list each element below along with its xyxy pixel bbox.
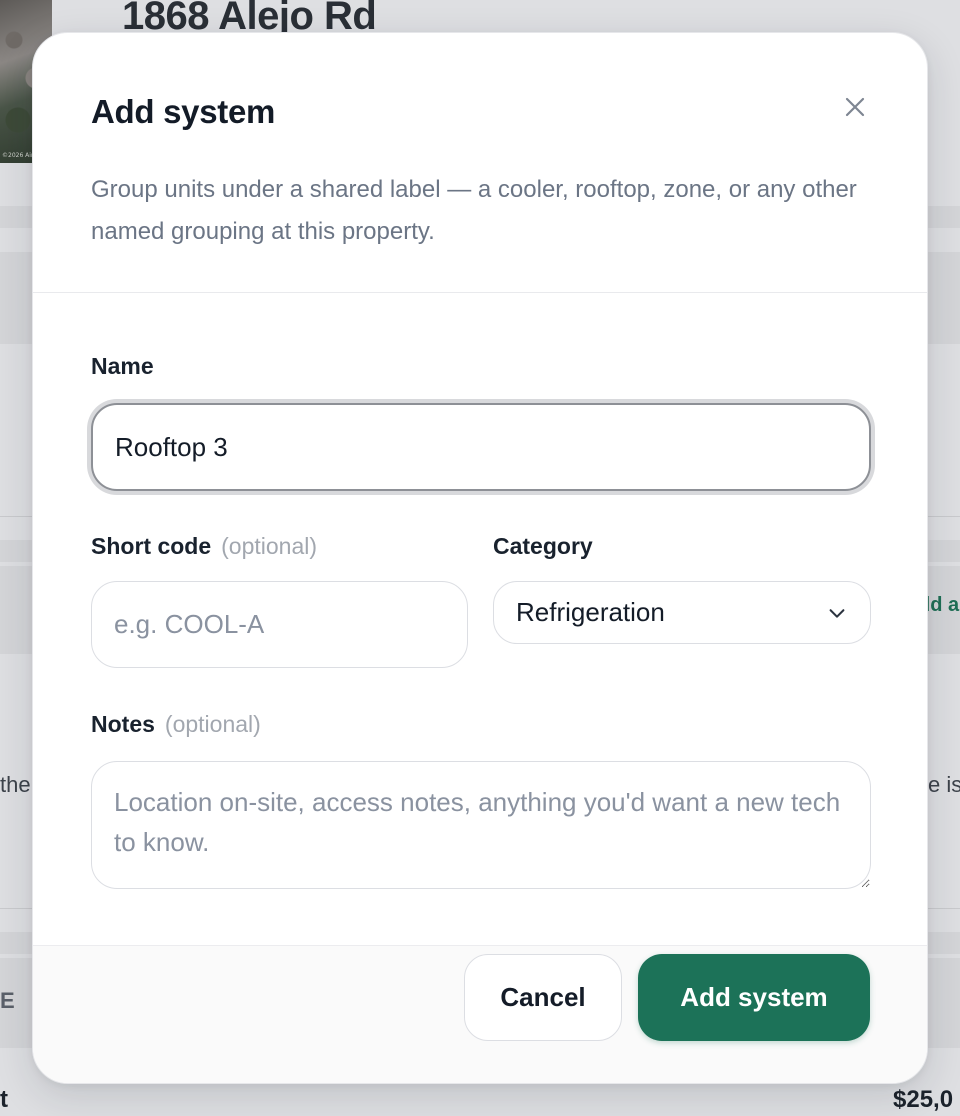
category-select[interactable]: Refrigeration [493,581,871,644]
add-system-button[interactable]: Add system [638,954,870,1041]
background-text-fragment: the [0,772,31,797]
notes-label: Notes (optional) [91,711,261,738]
cancel-button[interactable]: Cancel [464,954,622,1041]
category-label-text: Category [493,533,593,559]
background-price: $25,0 [893,1086,954,1113]
short-code-label-text: Short code [91,533,212,559]
short-code-label: Short code (optional) [91,533,317,560]
add-system-modal: Add system Group units under a shared la… [32,32,928,1084]
name-input[interactable] [91,403,871,491]
background-column-header: E [0,988,15,1013]
category-selected-value: Refrigeration [516,597,665,627]
name-label: Name [91,353,154,380]
name-label-text: Name [91,353,154,379]
short-code-optional-hint: (optional) [221,533,318,559]
close-button[interactable] [837,89,873,125]
notes-label-text: Notes [91,711,155,737]
close-icon [845,97,865,117]
notes-textarea[interactable] [91,761,871,889]
background-text-fragment: e is [928,772,960,797]
short-code-input[interactable] [91,581,468,668]
background-text-fragment: t [0,1086,8,1113]
category-label: Category [493,533,593,560]
chevron-down-icon [829,608,845,618]
modal-header: Add system Group units under a shared la… [33,33,927,293]
modal-description: Group units under a shared label — a coo… [91,176,857,245]
notes-optional-hint: (optional) [164,711,261,737]
modal-title: Add system [91,93,276,130]
